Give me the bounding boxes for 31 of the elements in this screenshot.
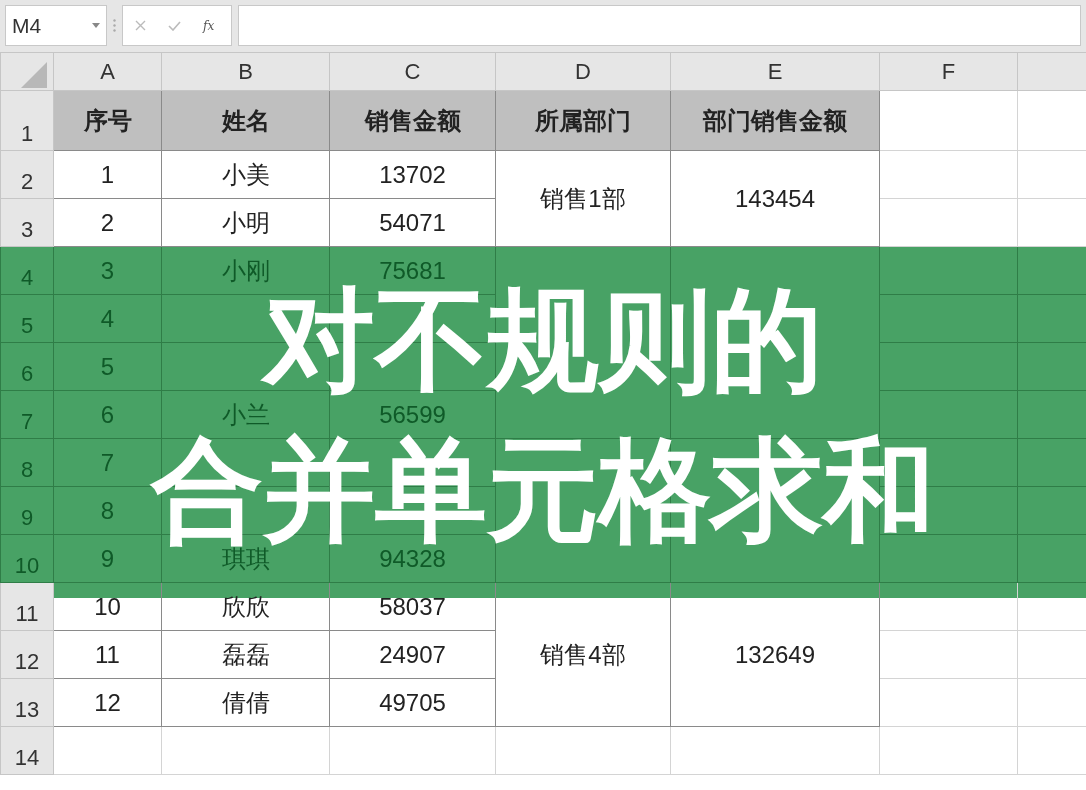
header-cell: 部门销售金额 [670,90,880,151]
column-header: F [879,52,1018,91]
row-header: 14 [0,726,54,775]
table-cell: 12 [53,678,162,727]
column-header: E [670,52,880,91]
row-header: 2 [0,150,54,199]
header-cell: 序号 [53,90,162,151]
table-cell: 倩倩 [161,678,330,727]
table-cell: 11 [53,630,162,679]
header-cell: 所属部门 [495,90,671,151]
table-cell: 143454 [670,150,880,247]
column-header: C [329,52,496,91]
name-box[interactable]: M4 [5,5,107,46]
column-header: B [161,52,330,91]
insert-function-button[interactable]: fx [203,16,215,35]
header-cell: 销售金额 [329,90,496,151]
table-cell: 磊磊 [161,630,330,679]
column-header: A [53,52,162,91]
row-header: 13 [0,678,54,727]
table-cell: 小美 [161,150,330,199]
table-cell: 13702 [329,150,496,199]
table-cell: 2 [53,198,162,247]
table-cell: 小明 [161,198,330,247]
table-cell: 1 [53,150,162,199]
row-header: 11 [0,582,54,631]
row-header: 12 [0,630,54,679]
column-header: D [495,52,671,91]
row-header: 1 [0,90,54,151]
row-header: 3 [0,198,54,247]
header-cell: 姓名 [161,90,330,151]
table-cell: 销售1部 [495,150,671,247]
